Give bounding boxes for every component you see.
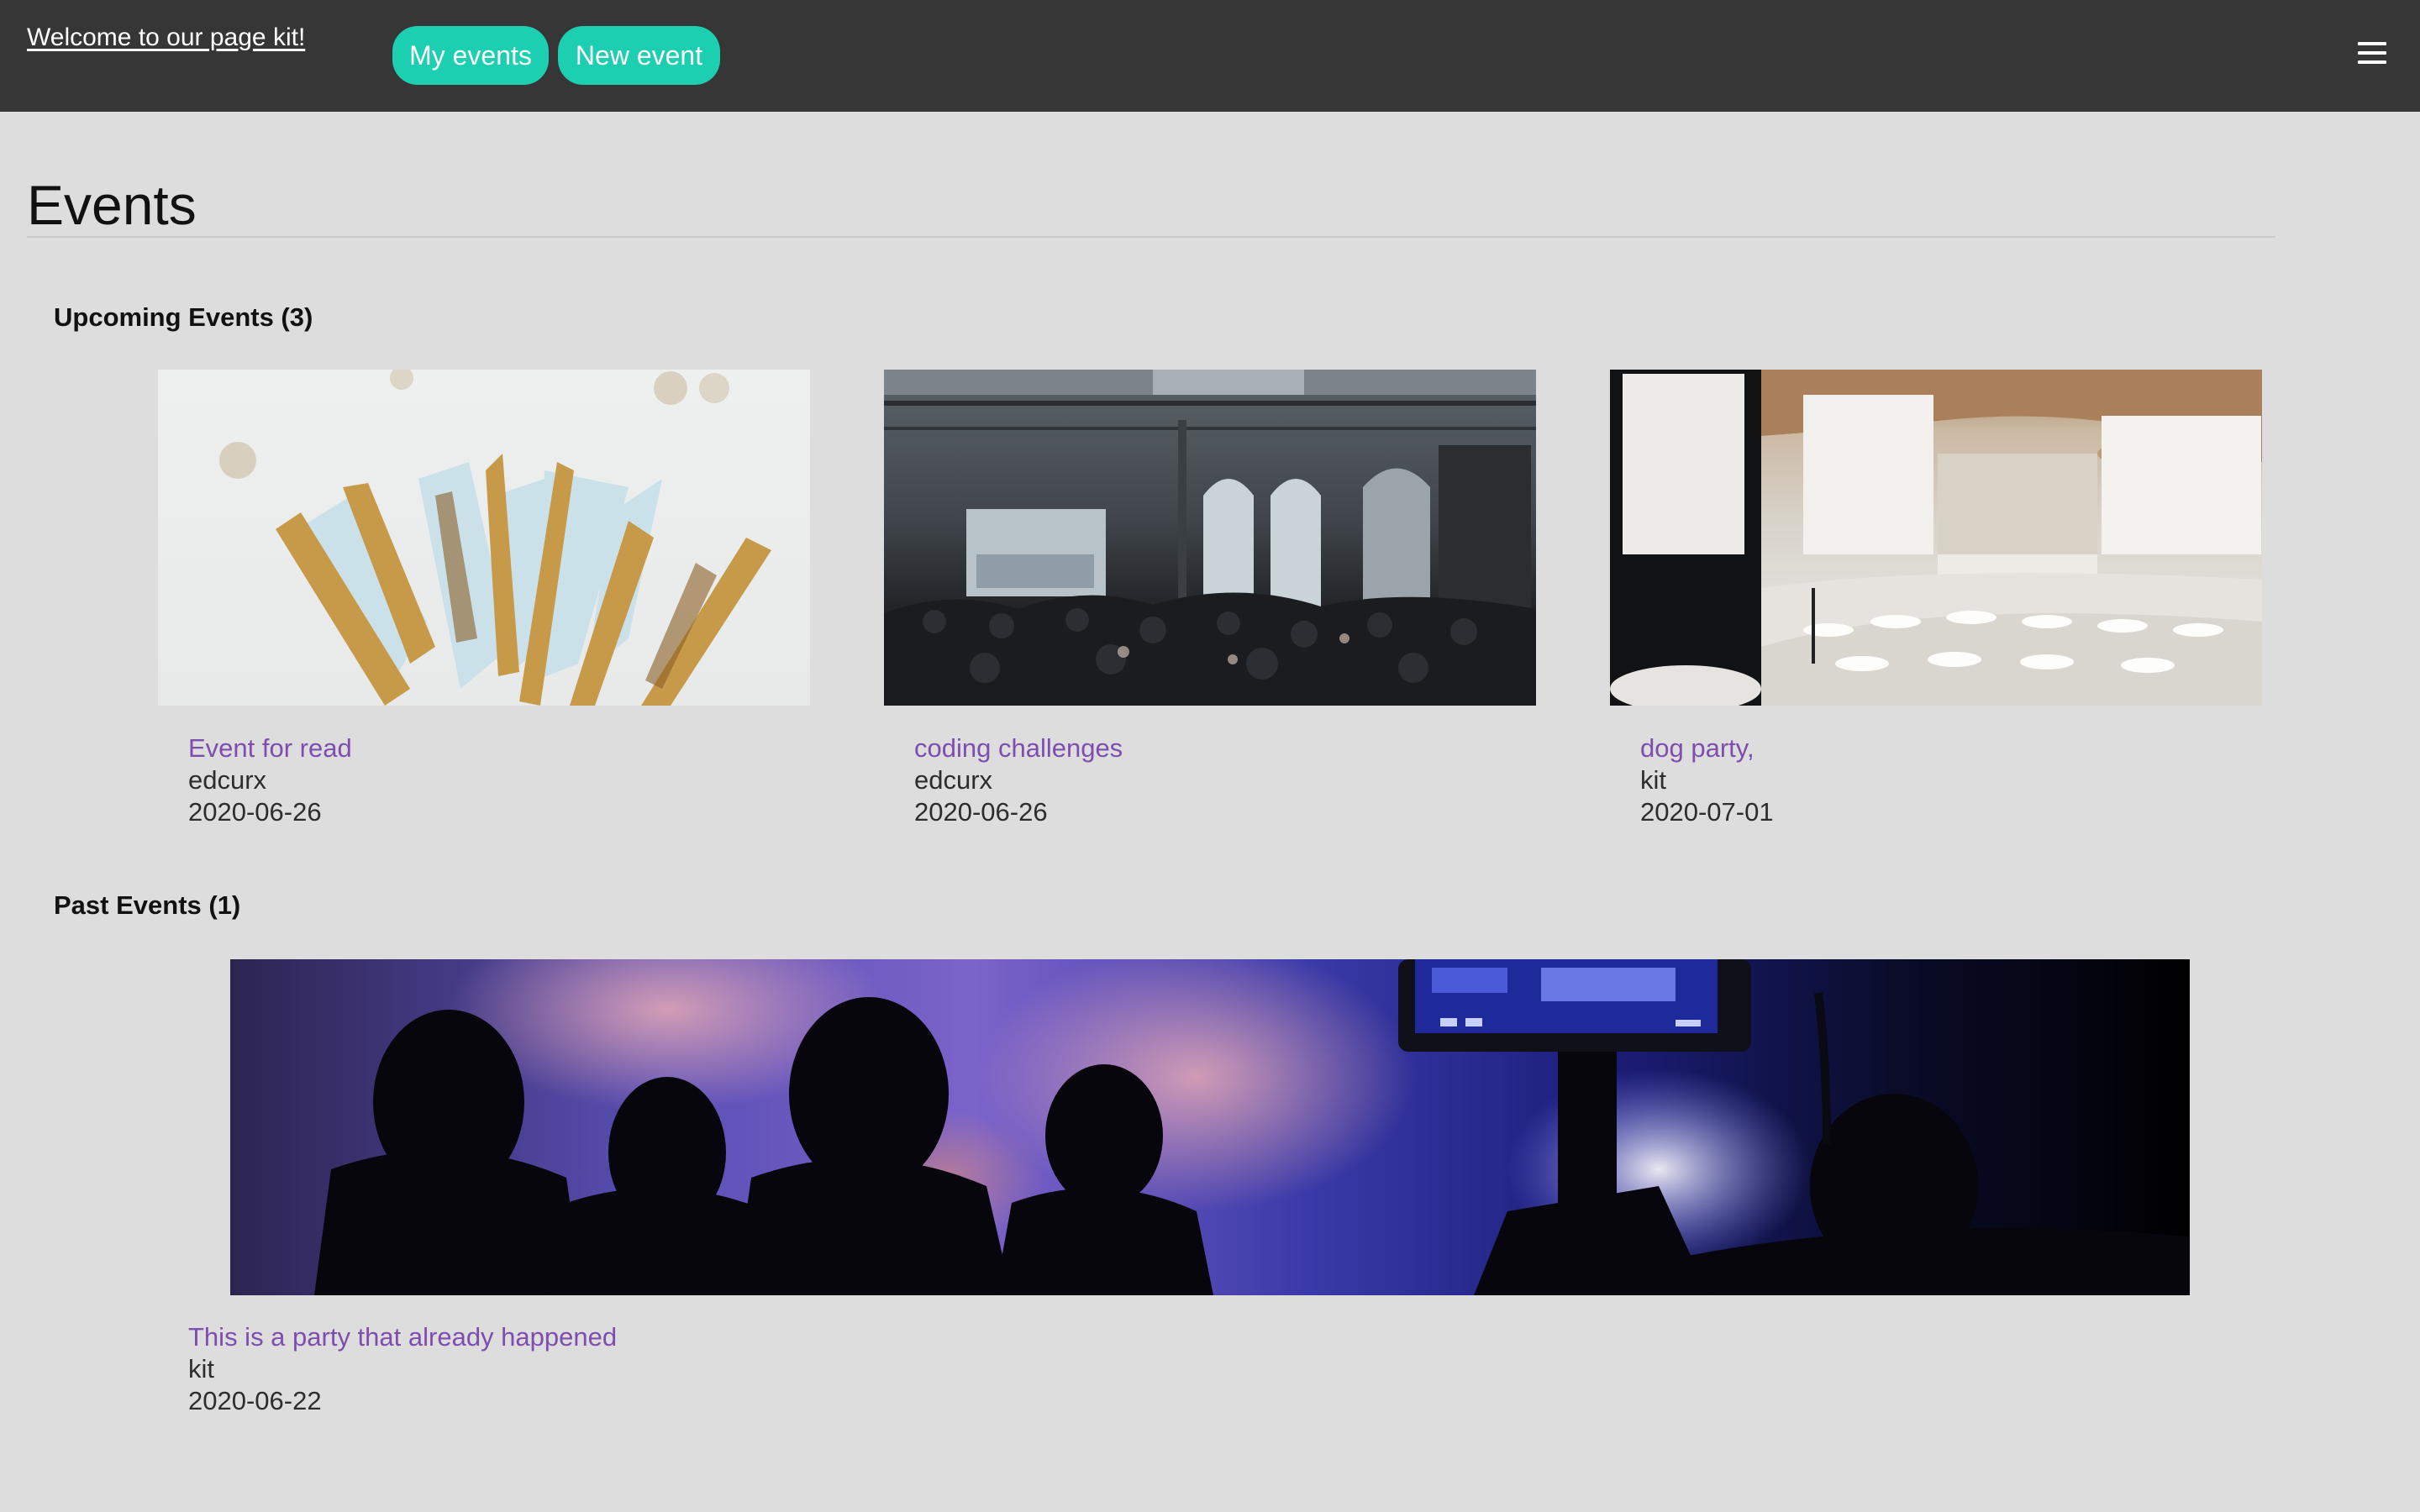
event-image-streamers[interactable] xyxy=(158,370,810,706)
event-owner: edcurx xyxy=(914,765,993,795)
event-image-concert[interactable] xyxy=(230,959,2190,1295)
upcoming-events-heading: Upcoming Events (3) xyxy=(54,302,313,332)
event-title-link[interactable]: Event for read xyxy=(188,732,352,764)
my-events-button[interactable]: My events xyxy=(392,26,549,85)
title-divider xyxy=(27,236,2275,238)
event-date: 2020-07-01 xyxy=(1640,797,1774,827)
welcome-link[interactable]: Welcome to our page kit! xyxy=(27,24,305,52)
event-card-text: coding challenges edcurx 2020-06-26 xyxy=(914,732,1123,828)
hamburger-menu-icon[interactable] xyxy=(2358,42,2386,66)
event-date: 2020-06-22 xyxy=(188,1386,322,1415)
event-title-link[interactable]: dog party, xyxy=(1640,732,1774,764)
event-title-link[interactable]: This is a party that already happened xyxy=(188,1321,617,1353)
event-card-text: This is a party that already happened ki… xyxy=(188,1321,617,1417)
event-card-text: Event for read edcurx 2020-06-26 xyxy=(188,732,352,828)
event-owner: kit xyxy=(188,1354,214,1383)
event-title-link[interactable]: coding challenges xyxy=(914,732,1123,764)
past-events-heading: Past Events (1) xyxy=(54,890,241,920)
event-owner: kit xyxy=(1640,765,1666,795)
top-navigation-bar: Welcome to our page kit! My events New e… xyxy=(0,0,2420,112)
new-event-button[interactable]: New event xyxy=(558,26,720,85)
event-image-conference-hall[interactable] xyxy=(1610,370,2262,706)
event-image-crowded-hall[interactable] xyxy=(884,370,1536,706)
event-owner: edcurx xyxy=(188,765,267,795)
page-title: Events xyxy=(27,174,197,236)
event-date: 2020-06-26 xyxy=(188,797,322,827)
event-card-text: dog party, kit 2020-07-01 xyxy=(1640,732,1774,828)
event-date: 2020-06-26 xyxy=(914,797,1048,827)
